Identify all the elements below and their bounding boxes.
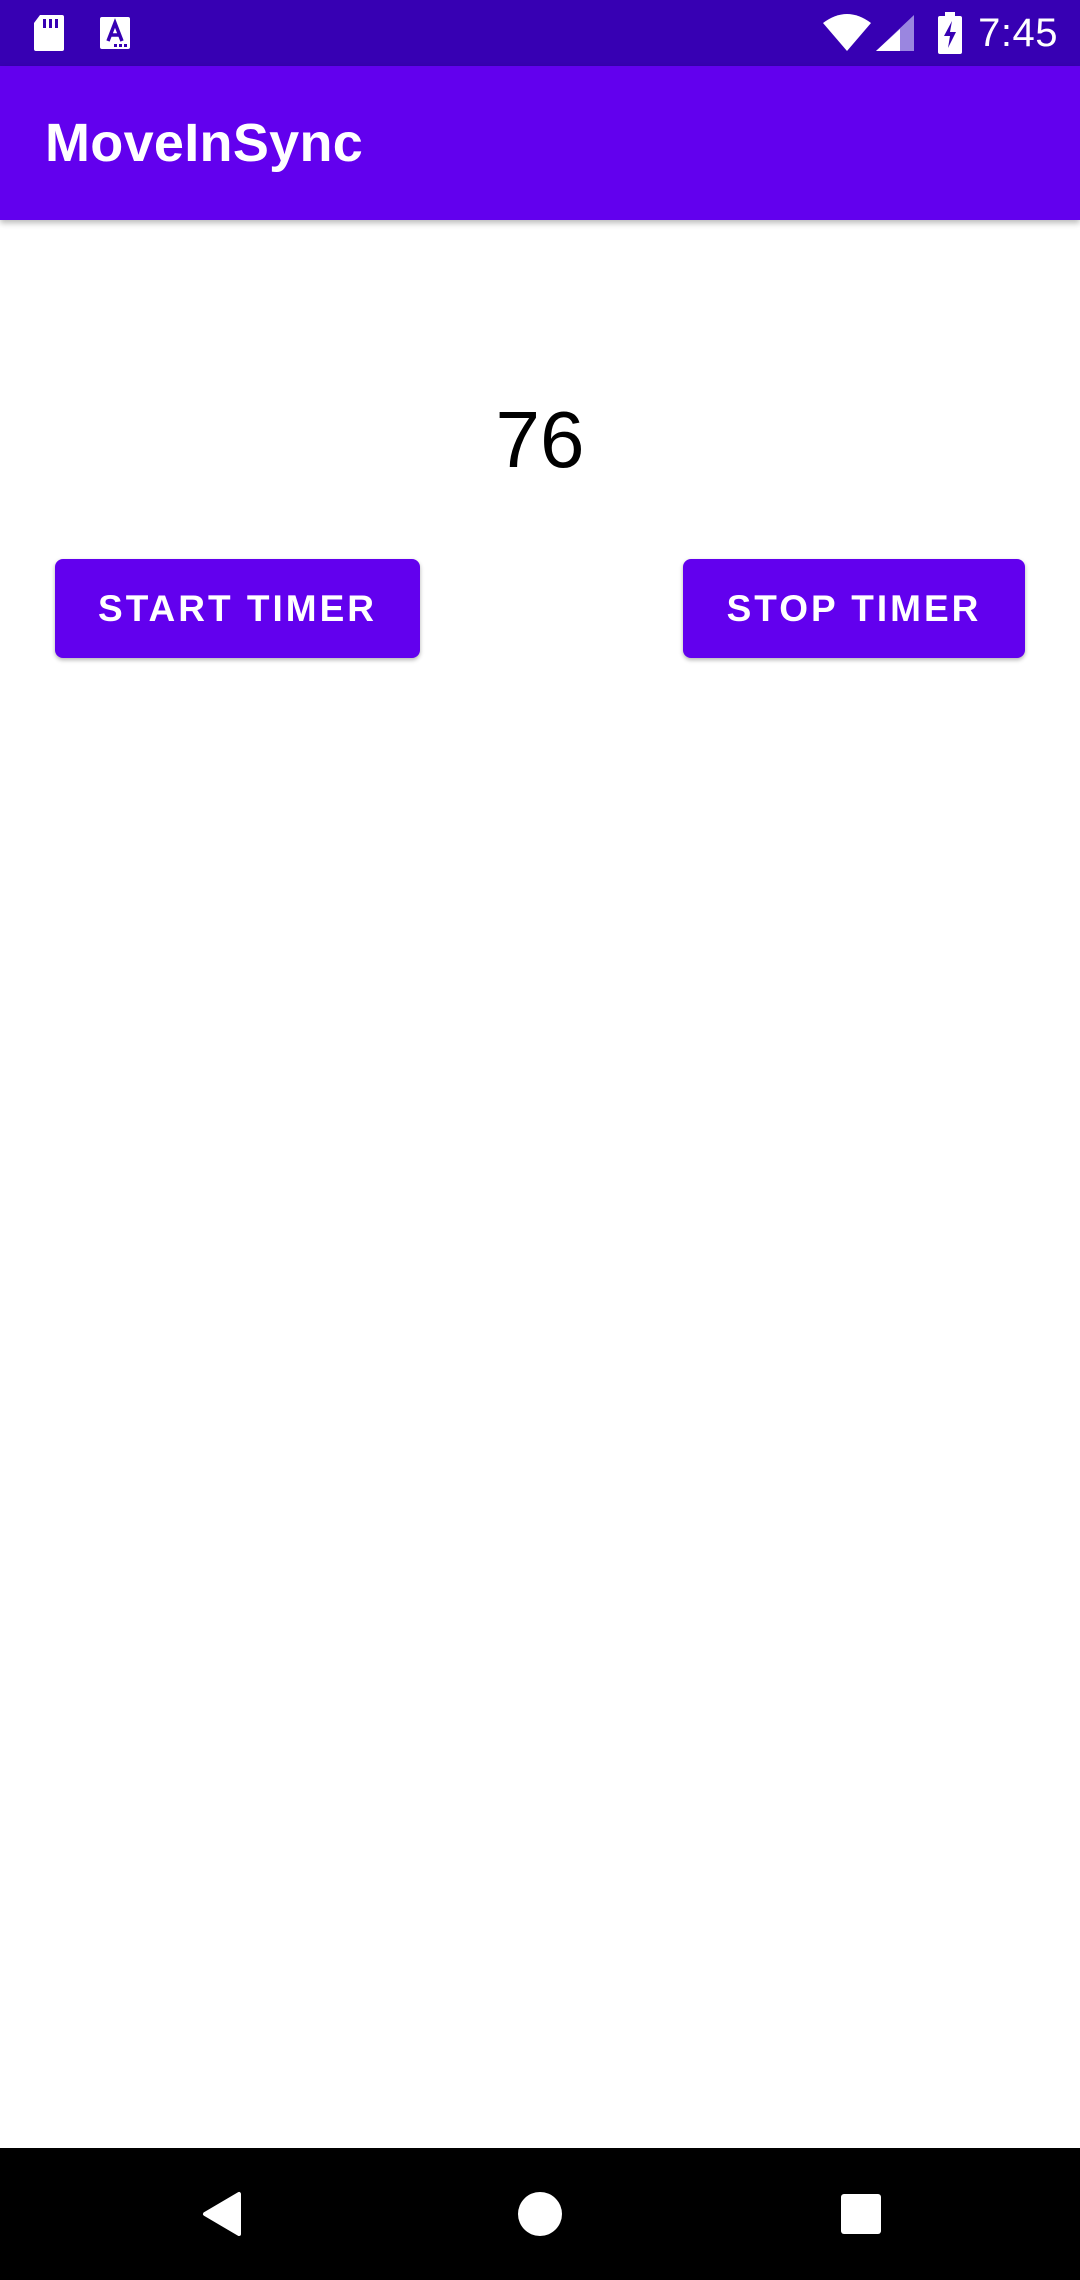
- back-icon[interactable]: [155, 2148, 287, 2280]
- app-bar: MoveInSync: [0, 66, 1080, 220]
- timer-value: 76: [495, 395, 585, 484]
- recents-icon[interactable]: [795, 2148, 927, 2280]
- app-title: MoveInSync: [45, 113, 364, 173]
- signal-icon: [874, 0, 916, 66]
- navigation-bar: [0, 2148, 1080, 2280]
- main-content: 76 START TIMER STOP TIMER: [0, 220, 1080, 2148]
- home-icon[interactable]: [474, 2148, 606, 2280]
- start-timer-button[interactable]: START TIMER: [55, 559, 420, 658]
- status-time: 7:45: [978, 11, 1058, 55]
- status-bar: 7:45: [0, 0, 1080, 66]
- stop-timer-button[interactable]: STOP TIMER: [683, 559, 1025, 658]
- battery-charging-icon: [936, 0, 964, 66]
- sd-card-icon: [32, 0, 66, 66]
- font-a-icon: [98, 0, 132, 66]
- wifi-icon: [822, 0, 872, 66]
